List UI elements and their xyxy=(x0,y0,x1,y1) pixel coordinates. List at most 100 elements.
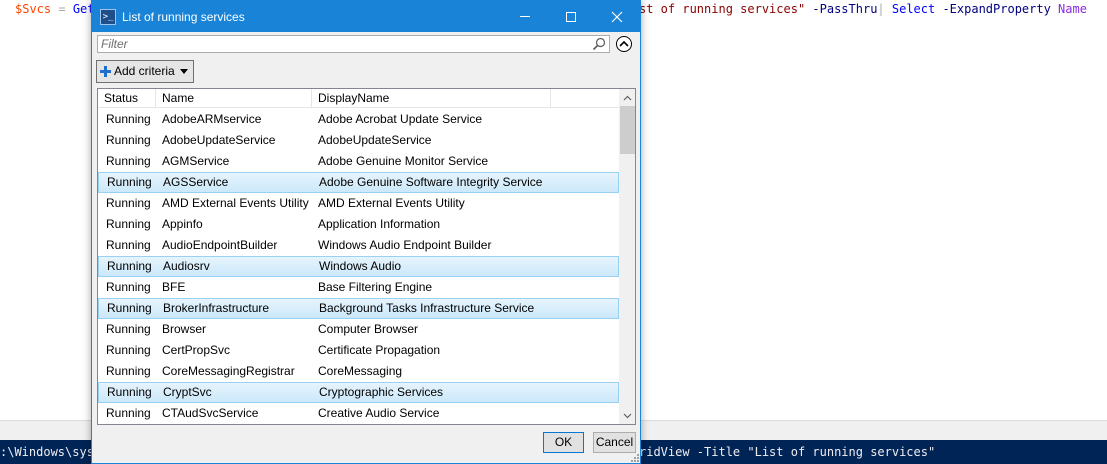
filter-input[interactable] xyxy=(101,37,581,51)
search-icon[interactable] xyxy=(592,37,606,51)
code-line-left: $Svcs = Get xyxy=(15,0,95,18)
chevron-down-icon xyxy=(623,413,632,418)
table-row[interactable]: Running AGMService Adobe Genuine Monitor S… xyxy=(98,151,619,172)
cell-displayname: AdobeUpdateService xyxy=(318,133,432,147)
cell-displayname: Adobe Acrobat Update Service xyxy=(318,112,483,126)
table-row-selected[interactable]: Running CryptSvc Cryptographic Services xyxy=(98,382,619,403)
cell-name: AGSService xyxy=(163,175,229,189)
table-row[interactable]: Running AMD External Events Utility AMD Ex… xyxy=(98,193,619,214)
collapse-filter-button[interactable] xyxy=(616,36,632,52)
cell-displayname: Application Information xyxy=(318,217,441,231)
code-parameter-2: -ExpandProperty xyxy=(935,2,1051,16)
cell-displayname: Base Filtering Engine xyxy=(318,280,433,294)
table-row[interactable]: Running AdobeUpdateService AdobeUpdateServ… xyxy=(98,130,619,151)
powershell-icon: >_ xyxy=(100,9,116,25)
minimize-icon xyxy=(520,16,530,17)
cell-name: AdobeARMservice xyxy=(162,112,262,126)
cell-name: Appinfo xyxy=(162,217,203,231)
code-variable: $Svcs xyxy=(15,2,52,16)
cell-name: AGMService xyxy=(162,154,230,168)
cell-name: AMD External Events Utility xyxy=(162,196,309,210)
chevron-up-icon xyxy=(623,95,632,100)
cell-status: Running xyxy=(106,406,151,420)
code-line-right: st of running services" -PassThru| Selec… xyxy=(639,0,1087,18)
cell-displayname: AMD External Events Utility xyxy=(318,196,465,210)
filter-box xyxy=(97,35,610,53)
add-criteria-label: Add criteria xyxy=(114,64,175,78)
ok-button[interactable]: OK xyxy=(543,432,584,453)
add-criteria-button[interactable]: Add criteria xyxy=(96,60,194,83)
table-row-selected[interactable]: Running AGSService Adobe Genuine Software … xyxy=(98,172,619,193)
cell-name: CryptSvc xyxy=(163,385,212,399)
resize-grip-icon[interactable] xyxy=(630,453,640,463)
plus-icon xyxy=(100,66,111,77)
cell-status: Running xyxy=(107,175,152,189)
cell-status: Running xyxy=(106,217,151,231)
cell-name: BFE xyxy=(162,280,186,294)
cell-name: AudioEndpointBuilder xyxy=(162,238,278,252)
cancel-button[interactable]: Cancel xyxy=(593,432,636,453)
code-select-cmdlet: Select xyxy=(884,2,936,16)
cell-status: Running xyxy=(107,385,152,399)
cell-name: CoreMessagingRegistrar xyxy=(162,364,295,378)
cell-status: Running xyxy=(106,280,151,294)
column-header-status[interactable]: Status xyxy=(98,89,156,107)
cell-status: Running xyxy=(106,238,151,252)
cell-name: Browser xyxy=(162,322,207,336)
table-row[interactable]: Running Appinfo Application Information xyxy=(98,214,619,235)
code-value: Name xyxy=(1050,2,1087,16)
cell-status: Running xyxy=(106,196,151,210)
cell-status: Running xyxy=(107,259,152,273)
cell-displayname: Adobe Genuine Monitor Service xyxy=(318,154,489,168)
column-header-displayname[interactable]: DisplayName xyxy=(312,89,551,107)
grid-header: Status Name DisplayName xyxy=(98,89,619,108)
services-grid: Status Name DisplayName Running AdobeARMs… xyxy=(97,88,636,425)
table-row[interactable]: Running AudioEndpointBuilder Windows Audio… xyxy=(98,235,619,256)
table-row[interactable]: Running Browser Computer Browser xyxy=(98,319,619,340)
scrollbar-thumb[interactable] xyxy=(620,106,635,154)
title-bar[interactable]: >_ List of running services xyxy=(92,1,640,32)
table-row[interactable]: Running BFE Base Filtering Engine xyxy=(98,277,619,298)
code-pipe: | xyxy=(877,2,885,16)
table-row-selected[interactable]: Running Audiosrv Windows Audio xyxy=(98,256,619,277)
cell-displayname: CoreMessaging xyxy=(318,364,403,378)
cell-displayname: Windows Audio xyxy=(319,259,402,273)
console-prompt: :\Windows\sys xyxy=(0,445,94,459)
scroll-up-button[interactable] xyxy=(619,89,635,106)
out-gridview-window: >_ List of running services Add criteria… xyxy=(91,0,641,464)
column-header-name[interactable]: Name xyxy=(156,89,312,107)
cell-name: BrokerInfrastructure xyxy=(163,301,270,315)
cell-displayname: Certificate Propagation xyxy=(318,343,441,357)
table-row[interactable]: Running CoreMessagingRegistrar CoreMessagi… xyxy=(98,361,619,382)
cell-name: CertPropSvc xyxy=(162,343,231,357)
caret-down-icon xyxy=(180,69,188,74)
chevron-up-icon xyxy=(619,40,629,47)
cell-displayname: Windows Audio Endpoint Builder xyxy=(318,238,492,252)
table-row[interactable]: Running CertPropSvc Certificate Propagatio… xyxy=(98,340,619,361)
cell-displayname: Cryptographic Services xyxy=(319,385,444,399)
console-command: ridView -Title "List of running services… xyxy=(639,445,936,459)
table-row[interactable]: Running CTAudSvcService Creative Audio Ser… xyxy=(98,403,619,424)
vertical-scrollbar[interactable] xyxy=(619,89,635,424)
cell-name: AdobeUpdateService xyxy=(162,133,276,147)
grid-rows: Running AdobeARMservice Adobe Acrobat Upda… xyxy=(98,109,619,424)
code-parameter: -PassThru xyxy=(805,2,878,16)
cell-status: Running xyxy=(106,112,151,126)
close-icon xyxy=(611,11,623,22)
table-row-selected[interactable]: Running BrokerInfrastructure Background Ta… xyxy=(98,298,619,319)
cell-displayname: Computer Browser xyxy=(318,322,419,336)
minimize-button[interactable] xyxy=(502,1,548,32)
cell-status: Running xyxy=(106,364,151,378)
cell-displayname: Adobe Genuine Software Integrity Service xyxy=(319,175,543,189)
code-operator: = xyxy=(51,2,73,16)
close-button[interactable] xyxy=(594,1,640,32)
table-row[interactable]: Running AdobeARMservice Adobe Acrobat Upda… xyxy=(98,109,619,130)
cell-status: Running xyxy=(107,301,152,315)
cell-status: Running xyxy=(106,133,151,147)
cell-displayname: Creative Audio Service xyxy=(318,406,440,420)
scroll-down-button[interactable] xyxy=(619,407,635,424)
maximize-icon xyxy=(566,11,576,22)
maximize-button[interactable] xyxy=(548,1,594,32)
cell-status: Running xyxy=(106,322,151,336)
cell-status: Running xyxy=(106,154,151,168)
